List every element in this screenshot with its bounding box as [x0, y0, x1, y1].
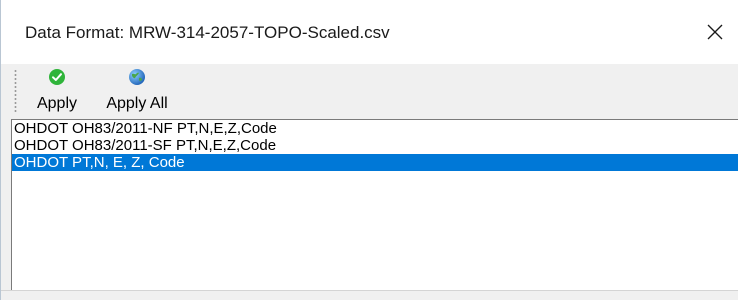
data-format-dialog: Data Format: MRW-314-2057-TOPO-Scaled.cs… — [0, 0, 738, 300]
apply-label: Apply — [36, 95, 78, 112]
list-item[interactable]: OHDOT OH83/2011-NF PT,N,E,Z,Code — [12, 120, 738, 137]
title-bar: Data Format: MRW-314-2057-TOPO-Scaled.cs… — [1, 0, 738, 64]
window-title: Data Format: MRW-314-2057-TOPO-Scaled.cs… — [25, 23, 390, 42]
format-list[interactable]: OHDOT OH83/2011-NF PT,N,E,Z,Code OHDOT O… — [11, 119, 738, 290]
globe-icon — [129, 69, 145, 85]
apply-all-button[interactable]: Apply All — [95, 66, 179, 116]
list-item[interactable]: OHDOT OH83/2011-SF PT,N,E,Z,Code — [12, 137, 738, 154]
apply-all-label: Apply All — [106, 95, 168, 112]
toolbar-grip[interactable] — [14, 69, 17, 113]
close-button[interactable] — [692, 10, 738, 54]
check-icon — [49, 69, 65, 85]
bottom-edge — [1, 290, 738, 300]
close-icon — [707, 24, 723, 40]
list-item-selected[interactable]: OHDOT PT,N, E, Z, Code — [12, 154, 738, 171]
toolbar: Apply Apply All — [1, 64, 738, 119]
apply-button[interactable]: Apply — [29, 66, 85, 116]
